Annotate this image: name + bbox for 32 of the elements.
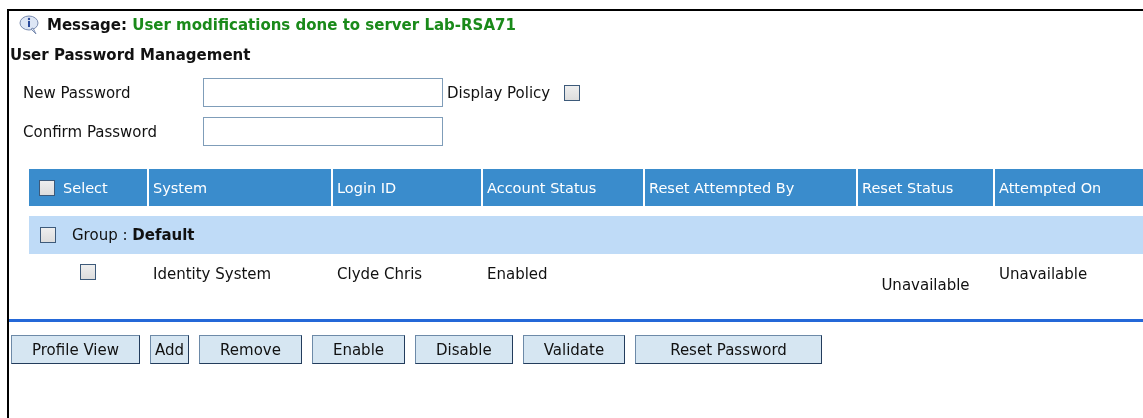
group-label: Group : Default (72, 226, 195, 244)
password-field[interactable] (203, 78, 443, 107)
password-field[interactable] (203, 117, 443, 146)
field-label: Confirm Password (23, 122, 158, 141)
checkbox[interactable] (40, 227, 56, 243)
column-header: Select (63, 179, 108, 196)
column-header: Reset Status (858, 169, 993, 206)
checkbox[interactable] (80, 264, 96, 280)
field-label: Display Policy (447, 83, 551, 102)
action-button[interactable]: Validate (522, 335, 626, 364)
action-button[interactable]: Enable (311, 335, 406, 364)
field-label: New Password (23, 83, 132, 102)
column-header: Account Status (483, 169, 643, 206)
info-icon (19, 15, 41, 35)
section-title: User Password Management (10, 46, 252, 64)
action-button[interactable]: Disable (415, 335, 513, 364)
action-button[interactable]: Remove (199, 335, 302, 364)
column-header: Reset Attempted By (645, 169, 856, 206)
action-button[interactable]: Add (150, 335, 190, 364)
action-button[interactable]: Profile View (11, 335, 140, 364)
checkbox[interactable] (564, 84, 581, 101)
table-cell: Enabled (487, 265, 548, 283)
column-header: System (149, 169, 331, 206)
column-header: Login ID (333, 169, 481, 206)
table-cell: Unavailable (999, 265, 1088, 283)
table-cell: Clyde Chris (337, 265, 423, 283)
action-button[interactable]: Reset Password (635, 335, 822, 364)
column-header: Attempted On (995, 169, 1143, 206)
checkbox[interactable] (39, 179, 55, 196)
table-cell: Unavailable (881, 276, 970, 294)
message-text: Message: User modifications done to server Lab-RSA71 (47, 16, 516, 34)
table-cell: Identity System (153, 265, 272, 283)
